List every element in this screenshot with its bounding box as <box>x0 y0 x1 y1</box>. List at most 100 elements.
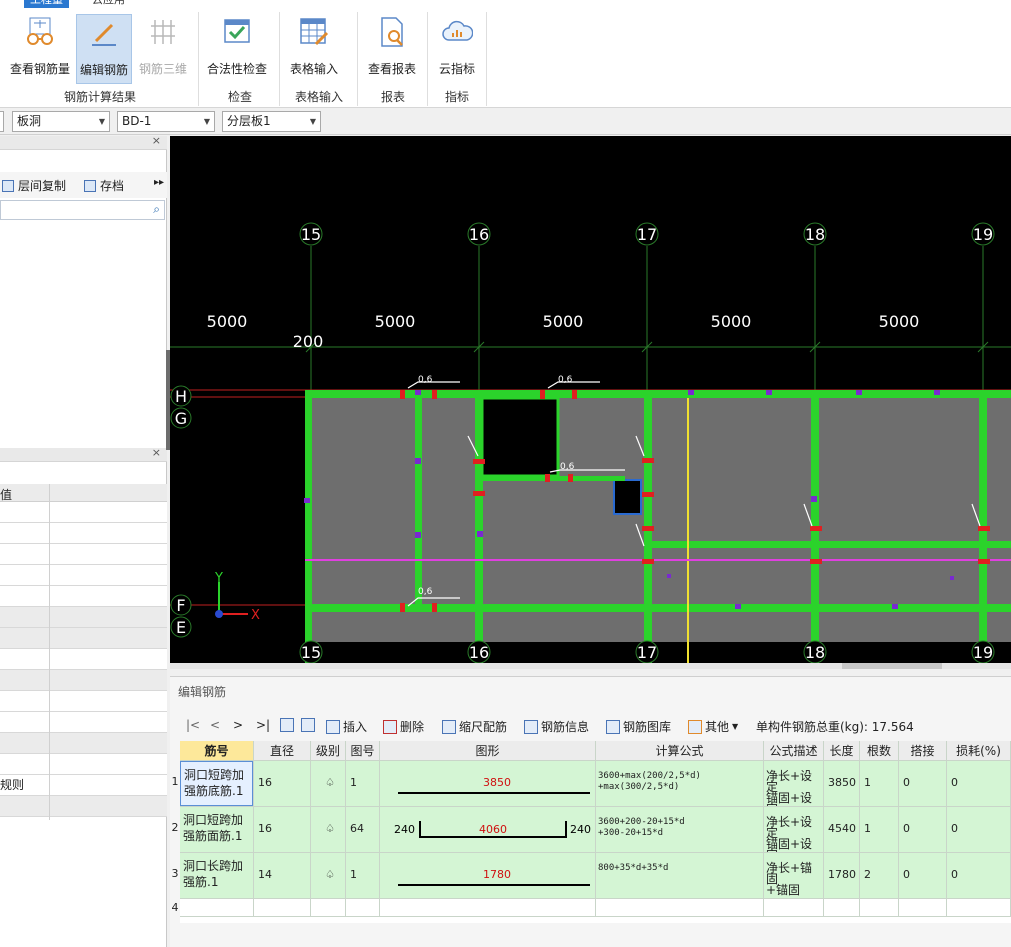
col-loss-cell[interactable]: 0 <box>947 761 1011 807</box>
property-row[interactable] <box>0 712 167 733</box>
col-count-cell[interactable]: 2 <box>860 853 899 899</box>
col-formula-desc-header[interactable]: 公式描述 <box>764 741 824 761</box>
move-up-button[interactable] <box>280 718 294 732</box>
col-bar-no-cell[interactable]: 洞口长跨加强筋.1 <box>180 853 254 899</box>
col-loss-cell[interactable]: 0 <box>947 807 1011 853</box>
col-length-cell[interactable]: 1780 <box>824 853 860 899</box>
property-row[interactable] <box>0 691 167 712</box>
col-bar-no-header[interactable]: 筋号 <box>180 741 254 761</box>
hidden-dropdown[interactable] <box>0 111 4 132</box>
property-row[interactable]: 规则 <box>0 775 167 796</box>
floor-copy-button[interactable]: 层间复制 <box>2 177 66 194</box>
rebar-library-button[interactable]: 钢筋图库 <box>606 718 671 735</box>
property-row[interactable] <box>0 523 167 544</box>
col-formula-cell[interactable]: 3600+max(200/2,5*d) +max(300/2,5*d) <box>596 761 764 807</box>
property-row[interactable] <box>0 628 167 649</box>
col-length-cell[interactable] <box>824 899 860 917</box>
close-icon[interactable]: × <box>152 134 161 147</box>
plan-drawing[interactable]: 0,6 0,6 0,6 0,6 15 16 17 18 19 5000 5000… <box>170 136 1011 666</box>
col-count-cell[interactable]: 1 <box>860 807 899 853</box>
close-icon[interactable]: × <box>152 446 161 459</box>
col-formula-cell[interactable]: 800+35*d+35*d <box>596 853 764 899</box>
property-row[interactable] <box>0 544 167 565</box>
property-row[interactable] <box>0 754 167 775</box>
property-row[interactable] <box>0 733 167 754</box>
col-bar-no-cell[interactable]: 洞口短跨加强筋面筋.1 <box>180 807 254 853</box>
col-shape-cell[interactable]: 1780 <box>380 853 596 899</box>
slab-hole[interactable] <box>480 396 560 478</box>
col-lap-cell[interactable]: 0 <box>899 853 947 899</box>
col-formula-desc-cell[interactable]: 净长+锚固 +锚固 <box>764 853 824 899</box>
col-figure-no-cell[interactable]: 64 <box>346 807 380 853</box>
view-report-button[interactable]: 查看报表 <box>364 14 420 84</box>
property-row[interactable] <box>0 565 167 586</box>
menu-tab-cloud[interactable]: 云应用 <box>92 0 125 8</box>
col-count-cell[interactable] <box>860 899 899 917</box>
col-count-cell[interactable]: 1 <box>860 761 899 807</box>
col-formula-cell[interactable] <box>596 899 764 917</box>
col-formula-desc-cell[interactable]: 净长+设定锚固+设定锚固 <box>764 761 824 807</box>
col-grade-cell[interactable]: ♤ <box>311 761 346 807</box>
col-grade-header[interactable]: 级别 <box>311 741 346 761</box>
col-formula-desc-cell[interactable] <box>764 899 824 917</box>
scale-rebar-button[interactable]: 缩尺配筋 <box>442 718 507 735</box>
property-row[interactable] <box>0 670 167 691</box>
col-grade-cell[interactable]: ♤ <box>311 807 346 853</box>
drawing-canvas[interactable]: 0,6 0,6 0,6 0,6 15 16 17 18 19 5000 5000… <box>170 136 1011 666</box>
col-shape-cell[interactable] <box>380 899 596 917</box>
property-row[interactable] <box>0 607 167 628</box>
last-record-button[interactable]: >| <box>256 718 270 732</box>
edit-rebar-button[interactable]: 编辑钢筋 <box>76 14 132 84</box>
col-formula-cell[interactable]: 3600+200-20+15*d +300-20+15*d <box>596 807 764 853</box>
col-diameter-header[interactable]: 直径(mm) <box>254 741 311 761</box>
component-type-dropdown[interactable]: 板洞 ▼ <box>12 111 110 132</box>
col-shape-header[interactable]: 图形 <box>380 741 596 761</box>
first-record-button[interactable]: |< <box>186 718 200 732</box>
col-grade-cell[interactable]: ♤ <box>311 853 346 899</box>
col-diameter-cell[interactable]: 14 <box>254 853 311 899</box>
col-figure-no-header[interactable]: 图号 <box>346 741 380 761</box>
next-record-button[interactable]: > <box>233 718 243 732</box>
col-lap-cell[interactable] <box>899 899 947 917</box>
scrollbar-thumb[interactable] <box>842 663 942 669</box>
col-lap-cell[interactable]: 0 <box>899 807 947 853</box>
prev-record-button[interactable]: < <box>210 718 220 732</box>
other-button[interactable]: 其他 ▼ <box>688 718 738 735</box>
component-name-dropdown[interactable]: BD-1 ▼ <box>117 111 215 132</box>
col-figure-no-cell[interactable] <box>346 899 380 917</box>
col-lap-cell[interactable]: 0 <box>899 761 947 807</box>
property-row[interactable] <box>0 796 167 817</box>
col-figure-no-cell[interactable]: 1 <box>346 761 380 807</box>
search-icon[interactable]: ⌕ <box>153 202 160 217</box>
search-input[interactable]: ⌕ <box>0 200 165 220</box>
col-shape-cell[interactable]: 240 240 4060 <box>380 807 596 853</box>
col-formula-header[interactable]: 计算公式 <box>596 741 764 761</box>
archive-button[interactable]: 存档 <box>84 177 124 194</box>
more-icon[interactable]: ▸▸ <box>154 177 164 188</box>
slab-hole-selected[interactable] <box>613 479 642 515</box>
col-shape-cell[interactable]: 3850 <box>380 761 596 807</box>
col-lap-header[interactable]: 搭接 <box>899 741 947 761</box>
rebar-info-button[interactable]: 钢筋信息 <box>524 718 589 735</box>
property-row[interactable] <box>0 586 167 607</box>
menu-tab-quantity[interactable]: 工程量 <box>24 0 69 8</box>
col-length-header[interactable]: 长度 <box>824 741 860 761</box>
insert-button[interactable]: 插入 <box>326 718 367 735</box>
property-row[interactable] <box>0 502 167 523</box>
move-down-button[interactable] <box>301 718 315 732</box>
view-rebar-quantity-button[interactable]: 查看钢筋量 <box>8 14 72 84</box>
rebar-3d-button[interactable]: 钢筋三维 <box>136 14 190 84</box>
col-diameter-cell[interactable]: 16 <box>254 807 311 853</box>
col-loss-header[interactable]: 损耗(%) <box>947 741 1011 761</box>
property-row[interactable] <box>0 649 167 670</box>
col-diameter-cell[interactable]: 16 <box>254 761 311 807</box>
col-formula-desc-cell[interactable]: 净长+设定锚固+设定锚固 <box>764 807 824 853</box>
col-bar-no-cell[interactable] <box>180 899 254 917</box>
col-diameter-cell[interactable] <box>254 899 311 917</box>
col-length-cell[interactable]: 3850 <box>824 761 860 807</box>
col-grade-cell[interactable] <box>311 899 346 917</box>
col-figure-no-cell[interactable]: 1 <box>346 853 380 899</box>
col-length-cell[interactable]: 4540 <box>824 807 860 853</box>
canvas-scrollbar[interactable] <box>170 663 1011 669</box>
col-loss-cell[interactable] <box>947 899 1011 917</box>
